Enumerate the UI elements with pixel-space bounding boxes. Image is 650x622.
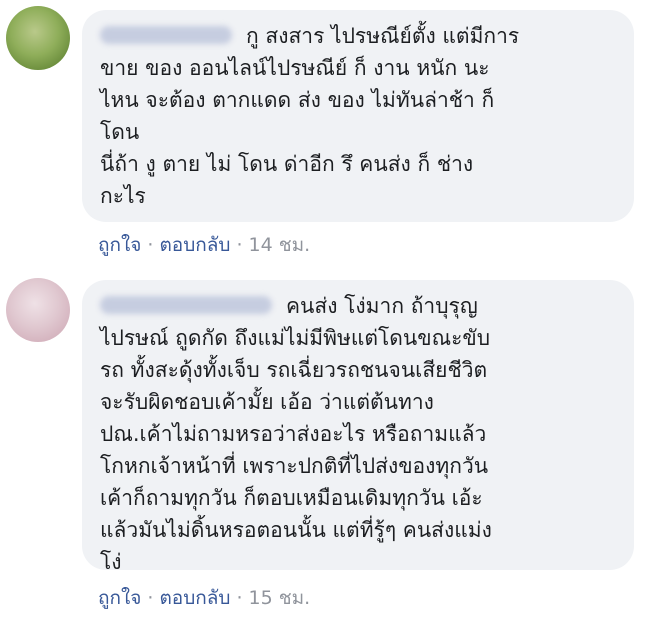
comment-text: กู สงสาร ไปรษณีย์ตั้ง แต่มีการ ขาย ของ อ… — [100, 24, 520, 208]
separator: · — [236, 587, 243, 609]
avatar[interactable] — [6, 6, 70, 70]
like-link[interactable]: ถูกใจ — [98, 587, 141, 609]
comment-bubble: คนส่ง โง่มาก ถ้าบุรุญ ไปรษณ์ ถูดกัด ถึงแ… — [82, 280, 634, 574]
reply-link[interactable]: ตอบกลับ — [159, 587, 230, 609]
comment-text: คนส่ง โง่มาก ถ้าบุรุญ ไปรษณ์ ถูดกัด ถึงแ… — [100, 294, 492, 574]
comment-actions: ถูกใจ · ตอบกลับ · 15 ชม. — [98, 583, 310, 613]
comment-bubble: กู สงสาร ไปรษณีย์ตั้ง แต่มีการ ขาย ของ อ… — [82, 10, 634, 222]
reply-link[interactable]: ตอบกลับ — [159, 234, 230, 256]
separator: · — [147, 234, 154, 256]
author-name-blurred[interactable] — [100, 26, 232, 44]
comment: กู สงสาร ไปรษณีย์ตั้ง แต่มีการ ขาย ของ อ… — [0, 0, 650, 270]
timestamp[interactable]: 14 ชม. — [249, 234, 311, 256]
timestamp[interactable]: 15 ชม. — [249, 587, 311, 609]
author-name-blurred[interactable] — [100, 296, 272, 314]
comment-actions: ถูกใจ · ตอบกลับ · 14 ชม. — [98, 230, 310, 260]
like-link[interactable]: ถูกใจ — [98, 234, 141, 256]
comment: คนส่ง โง่มาก ถ้าบุรุญ ไปรษณ์ ถูดกัด ถึงแ… — [0, 268, 650, 622]
separator: · — [236, 234, 243, 256]
avatar[interactable] — [6, 278, 70, 342]
separator: · — [147, 587, 154, 609]
